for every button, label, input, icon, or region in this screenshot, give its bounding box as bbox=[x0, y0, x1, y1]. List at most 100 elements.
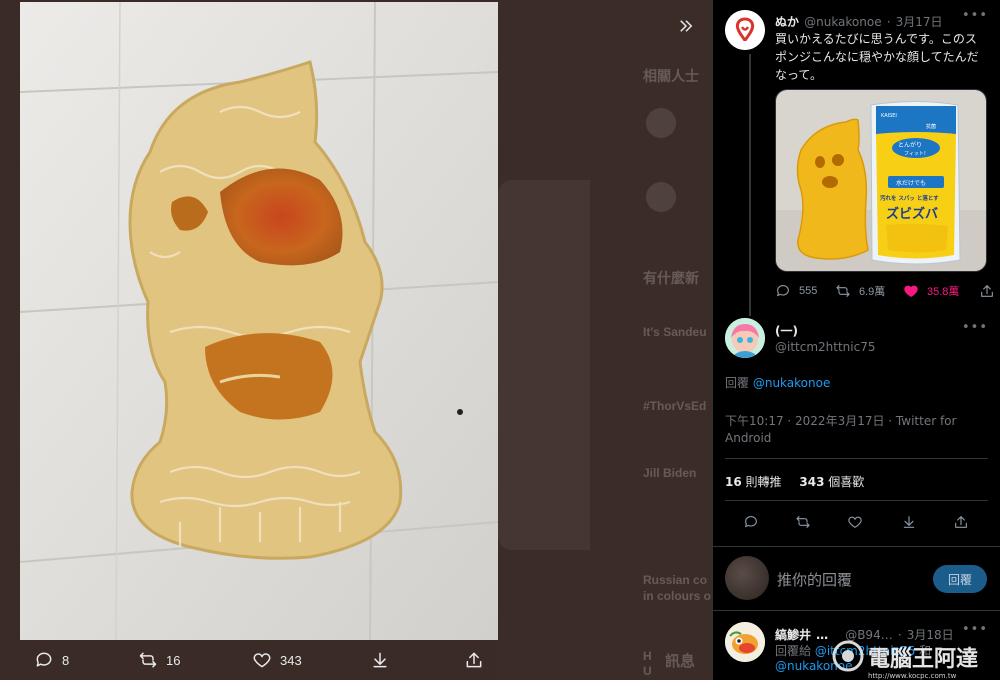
sponge-comparison-photo: KAISEI 抗菌 とんがり フィット! 水だけでも 汚れを スパッ と落とす … bbox=[776, 90, 986, 271]
replying-to: 回覆 @nukakonoe bbox=[725, 374, 830, 391]
share-action[interactable] bbox=[953, 514, 969, 530]
tweet-timestamp[interactable]: 下午10:17 · 2022年3月17日 · Twitter for Andro… bbox=[725, 413, 965, 447]
reply-icon bbox=[777, 285, 789, 297]
composer-avatar[interactable] bbox=[725, 556, 769, 600]
product-water: 水だけでも bbox=[896, 179, 926, 187]
heart-filled-icon bbox=[904, 285, 918, 297]
share-icon bbox=[981, 285, 993, 297]
download-action[interactable] bbox=[901, 514, 917, 530]
handle[interactable]: @nukakonoe bbox=[804, 15, 882, 29]
reply-action[interactable]: 555 bbox=[775, 283, 817, 299]
tweet-thread-panel: ぬか @nukakonoe · 3月17日 ••• 買いかえるたびに思うんです。… bbox=[712, 0, 1000, 680]
like-stat-label[interactable]: 個喜歡 bbox=[828, 475, 864, 489]
like-stat-number[interactable]: 343 bbox=[799, 475, 824, 489]
dimmed-trend-4-sub: in colours o bbox=[643, 589, 712, 603]
tweet-stats: 16 則轉推 343 個喜歡 bbox=[725, 473, 864, 490]
media-share-button[interactable] bbox=[464, 650, 484, 670]
avatar[interactable] bbox=[725, 622, 765, 662]
reply-prefix: 回覆 bbox=[725, 376, 750, 390]
tweet-image-sponge-comparison[interactable]: KAISEI 抗菌 とんがり フィット! 水だけでも 汚れを スパッ と落とす … bbox=[775, 89, 987, 272]
media-reply-button[interactable]: 8 bbox=[34, 650, 69, 670]
dimmed-avatar bbox=[646, 182, 676, 212]
tweet-header: ぬか @nukakonoe · 3月17日 bbox=[775, 11, 943, 30]
dimmed-trend-3: Jill Biden bbox=[643, 466, 697, 480]
watermark-text: 電腦王阿達 bbox=[868, 646, 978, 672]
dimmed-messages-label: 訊息 bbox=[665, 653, 696, 670]
retweet-stat-number[interactable]: 16 bbox=[725, 475, 742, 489]
display-name[interactable]: (一) bbox=[775, 322, 798, 339]
share-action[interactable] bbox=[979, 283, 995, 299]
share-icon bbox=[955, 516, 967, 528]
divider bbox=[713, 610, 1000, 611]
media-retweet-button[interactable]: 16 bbox=[138, 650, 180, 670]
download-icon bbox=[373, 652, 387, 668]
dimmed-heading-trending: 有什麼新 bbox=[643, 270, 699, 286]
tweet-photo-sponge[interactable] bbox=[20, 2, 498, 640]
dimmed-letter-h: H bbox=[643, 649, 652, 663]
product-name: ズビズバ bbox=[886, 206, 938, 222]
reply-count: 555 bbox=[799, 285, 818, 297]
media-like-count: 343 bbox=[280, 652, 302, 668]
divider bbox=[725, 500, 988, 501]
divider bbox=[725, 458, 988, 459]
media-reply-count: 8 bbox=[62, 652, 70, 668]
brand-label: KAISEI bbox=[881, 113, 897, 119]
dimmed-letter-u: U bbox=[643, 664, 652, 678]
retweet-icon bbox=[796, 516, 810, 528]
retweet-icon bbox=[139, 652, 157, 668]
product-top-tag: とんがり bbox=[898, 141, 922, 149]
antibacterial-label: 抗菌 bbox=[926, 123, 936, 130]
reply-prefix: 回覆給 bbox=[775, 644, 812, 658]
dimmed-heading-related: 相關人士 bbox=[643, 68, 699, 84]
display-name[interactable]: 縞鯵井 bbox=[775, 628, 811, 642]
share-icon bbox=[466, 652, 482, 668]
dimmed-trend-2: #ThorVsEd bbox=[643, 399, 707, 413]
avatar[interactable] bbox=[725, 318, 765, 358]
reply-action[interactable] bbox=[743, 514, 759, 530]
more-options-button[interactable]: ••• bbox=[962, 622, 988, 637]
double-chevron-right-icon bbox=[680, 20, 693, 32]
dimmed-trend-1: It's Sandeu bbox=[643, 325, 707, 339]
heart-icon bbox=[848, 516, 862, 528]
product-fit: フィット! bbox=[904, 151, 926, 157]
anime-avatar-icon bbox=[725, 318, 765, 358]
retweet-icon bbox=[836, 285, 850, 297]
retweet-action[interactable] bbox=[795, 514, 811, 530]
nuka-logo-icon bbox=[725, 10, 765, 50]
product-dirt: 汚れを スパッ と落とす bbox=[880, 194, 939, 202]
more-icon: ••• bbox=[961, 320, 988, 335]
tweet-date[interactable]: 3月17日 bbox=[896, 15, 943, 29]
like-action[interactable] bbox=[847, 514, 863, 530]
more-options-button[interactable]: ••• bbox=[962, 8, 988, 23]
handle[interactable]: @ittcm2httnic75 bbox=[775, 340, 876, 354]
retweet-stat-label[interactable]: 則轉推 bbox=[746, 475, 782, 489]
kocpc-logo-icon: 電腦王阿達 http://www.kocpc.com.tw bbox=[832, 640, 978, 680]
media-like-button[interactable]: 343 bbox=[252, 650, 302, 670]
avatar[interactable] bbox=[725, 10, 765, 50]
tweet-text: 買いかえるたびに思うんです。このスポンジこんなに穏やかな顔してたんだなって。 bbox=[775, 32, 979, 82]
collapse-panel-button[interactable] bbox=[672, 12, 700, 40]
more-options-button[interactable]: ••• bbox=[962, 320, 988, 335]
retweet-action[interactable]: 6.9萬 bbox=[835, 283, 885, 299]
dimmed-avatar bbox=[646, 108, 676, 138]
media-viewer: 相關人士 有什麼新 It's Sandeu #ThorVsEd Jill Bid… bbox=[0, 0, 712, 680]
sponge-photo bbox=[20, 2, 498, 640]
reply-input[interactable]: 推你的回覆 bbox=[777, 569, 852, 590]
heart-icon bbox=[253, 653, 271, 668]
divider bbox=[713, 546, 1000, 547]
display-name[interactable]: ぬか bbox=[775, 15, 799, 29]
watermark-url: http://www.kocpc.com.tw bbox=[868, 672, 957, 680]
name-suffix: … bbox=[816, 628, 829, 642]
separator: · bbox=[886, 15, 891, 29]
like-action[interactable]: 35.8萬 bbox=[903, 283, 959, 299]
dimmed-trend-4: Russian co bbox=[643, 573, 708, 587]
reply-to-link[interactable]: @nukakonoe bbox=[753, 376, 831, 390]
more-icon: ••• bbox=[961, 622, 988, 637]
media-retweet-count: 16 bbox=[166, 652, 181, 668]
reply-button[interactable]: 回覆 bbox=[933, 565, 987, 593]
retweet-count: 6.9萬 bbox=[859, 286, 886, 298]
watermark: 電腦王阿達 http://www.kocpc.com.tw bbox=[828, 636, 998, 680]
media-download-button[interactable] bbox=[370, 650, 390, 670]
media-action-bar: 8 16 343 bbox=[0, 640, 498, 680]
dimmed-trends-card bbox=[498, 180, 590, 550]
